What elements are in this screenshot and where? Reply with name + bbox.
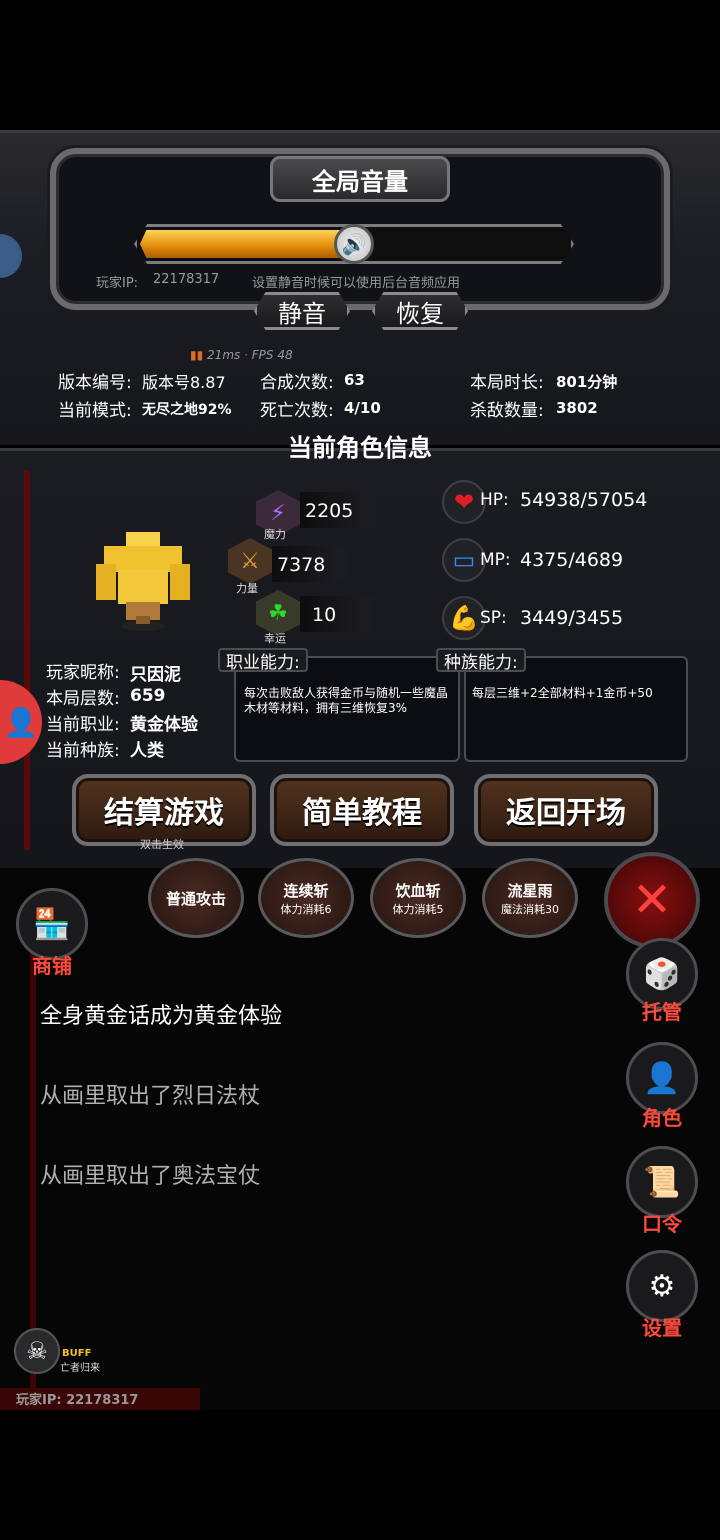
skill-combo-slash[interactable]: 连续斩 体力消耗6 — [258, 858, 354, 938]
job-value: 黄金体验 — [130, 715, 198, 735]
floor-value: 659 — [130, 686, 166, 706]
nickname-label: 玩家昵称: — [46, 663, 120, 683]
strength-caption: 力量 — [236, 582, 258, 595]
craft-label: 合成次数: — [260, 373, 334, 393]
buff-label: BUFF — [62, 1348, 92, 1359]
log-line-2: 从画里取出了烈日法杖 — [40, 1084, 261, 1109]
volume-slider-fill — [140, 230, 354, 258]
race-value: 人类 — [130, 741, 164, 761]
duration-label: 本局时长: — [470, 373, 544, 393]
mute-hint: 设置静音时候可以使用后台音频应用 — [252, 276, 461, 291]
job-ability-tag: 职业能力: — [218, 648, 308, 673]
version-value: 版本号8.87 — [142, 373, 226, 392]
tutorial-button[interactable]: 简单教程 — [270, 774, 454, 846]
skill-name: 普通攻击 — [165, 889, 226, 908]
player-ip-label: 玩家IP: — [96, 276, 139, 291]
net-latency: ▮▮ 21ms · FPS 48 — [190, 348, 293, 362]
character-title: 当前角色信息 — [288, 434, 432, 462]
craft-value: 63 — [344, 371, 365, 389]
skill-meteor-shower[interactable]: 流星雨 魔法消耗30 — [482, 858, 578, 938]
shop-label[interactable]: 商铺 — [16, 950, 88, 979]
skill-cost: 魔法消耗30 — [501, 902, 559, 916]
volume-speaker-icon[interactable]: 🔊 — [334, 224, 374, 264]
code-label[interactable]: 口令 — [626, 1208, 698, 1237]
player-ip-value: 22178317 — [153, 272, 220, 287]
hp-label: HP: — [480, 490, 509, 510]
auto-label[interactable]: 托管 — [626, 996, 698, 1025]
skill-name: 连续斩 — [283, 881, 329, 900]
luck-caption: 幸运 — [264, 632, 286, 645]
race-ability-tag: 种族能力: — [436, 648, 526, 673]
sp-value: 3449/3455 — [520, 607, 624, 629]
close-icon[interactable]: ✕ — [604, 852, 700, 948]
skill-name: 饮血斩 — [395, 881, 441, 900]
buff-name: 亡者归来 — [60, 1363, 100, 1374]
character-sprite — [96, 528, 190, 632]
sp-label: SP: — [480, 608, 507, 628]
log-line-3: 从画里取出了奥法宝仗 — [40, 1164, 261, 1189]
floor-label: 本局层数: — [46, 689, 120, 709]
job-ability-desc: 每次击败敌人获得金币与随机一些魔晶木材等材料，拥有三维恢复3% — [244, 686, 449, 715]
mp-label: MP: — [480, 550, 511, 570]
strength-value: 7378 — [277, 554, 326, 576]
duration-value: 801分钟 — [556, 373, 618, 391]
log-line-1: 全身黄金话成为黄金体验 — [40, 1004, 283, 1029]
job-label: 当前职业: — [46, 715, 120, 735]
panel-left-edge — [24, 470, 30, 850]
kills-label: 杀敌数量: — [470, 401, 544, 421]
kills-value: 3802 — [556, 399, 598, 417]
nickname-value: 只因泥 — [130, 665, 181, 685]
race-ability-desc: 每层三维+2全部材料+1金币+50 — [472, 686, 653, 700]
death-value: 4/10 — [344, 399, 381, 417]
game-area — [0, 868, 720, 1410]
skill-normal-attack[interactable]: 普通攻击 — [148, 858, 244, 938]
mute-button[interactable]: 静音 — [254, 292, 350, 330]
settings-label[interactable]: 设置 — [626, 1312, 698, 1341]
magic-value: 2205 — [305, 500, 354, 522]
death-label: 死亡次数: — [260, 401, 334, 421]
footer-player-ip: 玩家IP: 22178317 — [16, 1393, 139, 1408]
mode-label: 当前模式: — [58, 401, 132, 421]
skill-cost: 体力消耗5 — [392, 902, 444, 916]
luck-value: 10 — [312, 604, 337, 626]
settle-hint: 双击生效 — [140, 838, 184, 851]
skill-cost: 体力消耗6 — [280, 902, 332, 916]
back-to-start-button[interactable]: 返回开场 — [474, 774, 658, 846]
volume-title: 全局音量 — [270, 156, 450, 202]
mp-value: 4375/4689 — [520, 549, 624, 571]
mode-value: 无尽之地92% — [142, 402, 232, 418]
race-label: 当前种族: — [46, 741, 120, 761]
magic-caption: 魔力 — [264, 528, 286, 541]
version-label: 版本编号: — [58, 373, 132, 393]
skull-icon[interactable]: ☠ — [14, 1328, 60, 1374]
role-label[interactable]: 角色 — [626, 1102, 698, 1131]
hp-value: 54938/57054 — [520, 489, 648, 511]
signal-icon: ▮▮ — [190, 348, 204, 362]
skill-name: 流星雨 — [507, 881, 553, 900]
skill-blood-slash[interactable]: 饮血斩 体力消耗5 — [370, 858, 466, 938]
fps-counter: FPS 48 — [251, 348, 293, 362]
restore-button[interactable]: 恢复 — [372, 292, 468, 330]
